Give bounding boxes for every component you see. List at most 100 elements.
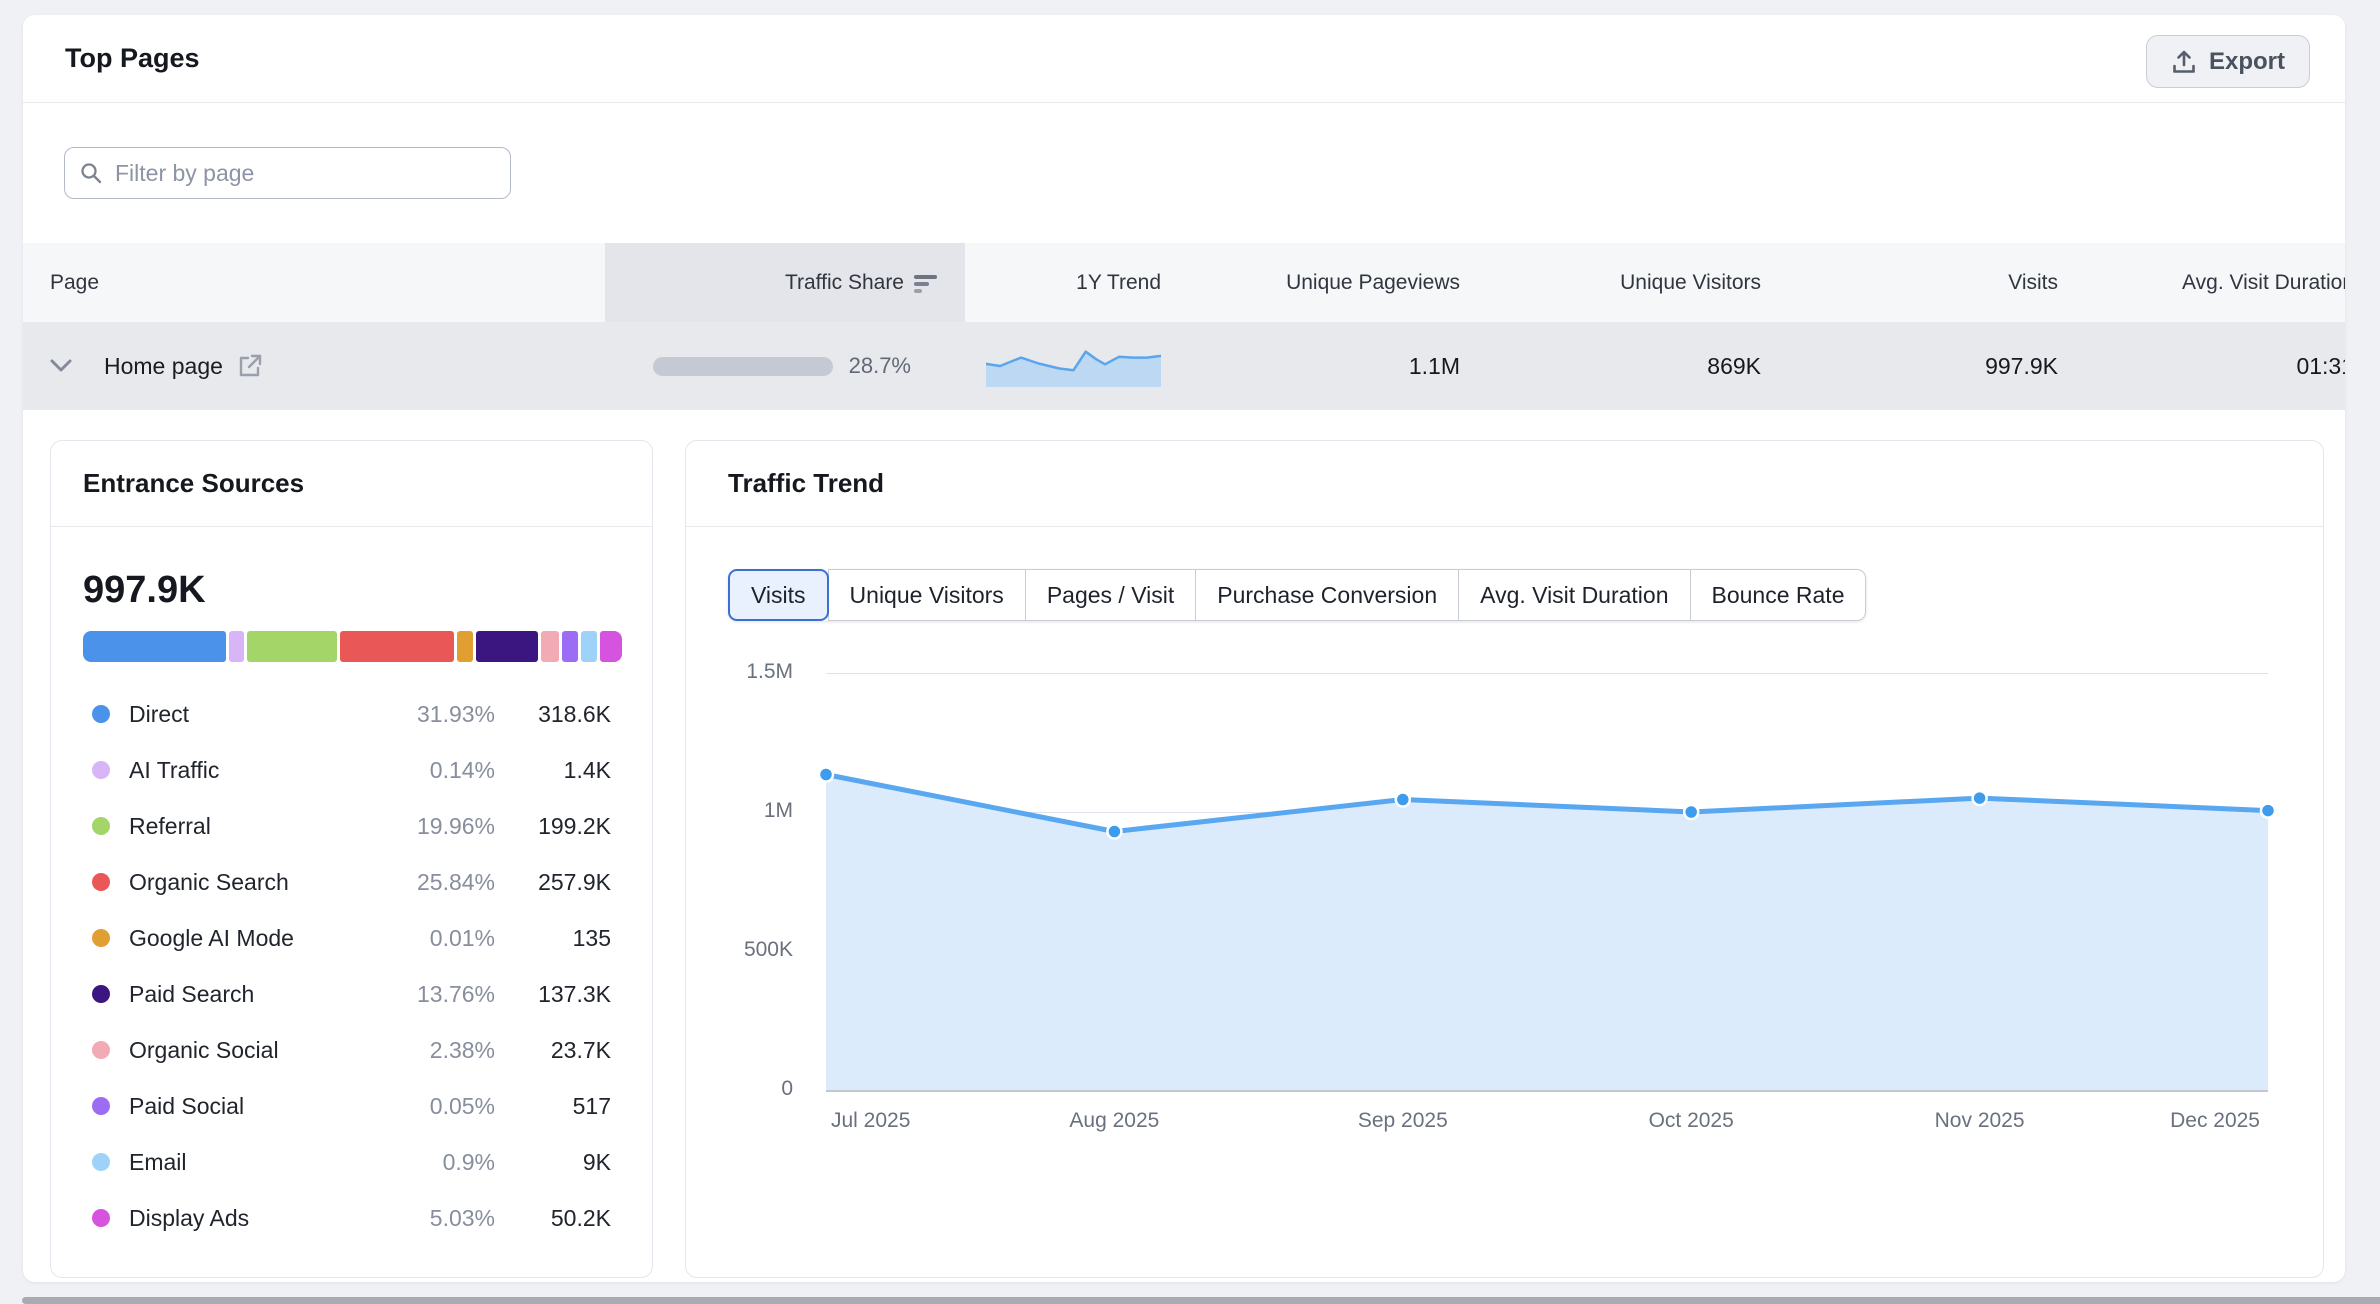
traffic-trend-panel: Traffic Trend Visits Unique Visitors Pag… [685, 440, 2324, 1278]
source-label: Paid Search [129, 981, 254, 1008]
column-header-avg-visit-duration[interactable]: Avg. Visit Duration [2084, 243, 2345, 322]
1y-trend-cell [965, 322, 1187, 410]
avg-visit-duration-value: 01:31 [2084, 322, 2345, 410]
bar-segment-referral [247, 631, 338, 662]
legend-item-email: Email 0.9% 9K [92, 1134, 611, 1190]
source-percent: 0.9% [405, 1149, 495, 1176]
top-pages-card: Top Pages Export Page [23, 15, 2345, 1282]
source-value: 135 [495, 925, 611, 952]
source-value: 50.2K [495, 1205, 611, 1232]
filter-input[interactable] [64, 147, 511, 199]
source-color-dot [92, 985, 110, 1003]
x-axis-label: Aug 2025 [1069, 1109, 1159, 1133]
bar-segment-display-ads [600, 631, 622, 662]
legend-item-ai-traffic: AI Traffic 0.14% 1.4K [92, 742, 611, 798]
gridline-0 [826, 1090, 2268, 1092]
column-header-traffic-share[interactable]: Traffic Share [605, 243, 965, 322]
entrance-sources-panel: Entrance Sources 997.9K Direct 31.93% 31… [50, 440, 653, 1278]
source-color-dot [92, 873, 110, 891]
bar-segment-direct [83, 631, 226, 662]
export-button[interactable]: Export [2146, 35, 2310, 88]
chevron-down-icon[interactable] [50, 359, 72, 373]
upload-icon [2171, 49, 2197, 75]
column-header-traffic-share-label: Traffic Share [785, 271, 904, 295]
source-label: Organic Search [129, 869, 289, 896]
traffic-share-cell: 28.7% [605, 322, 965, 410]
legend-item-organic-search: Organic Search 25.84% 257.9K [92, 854, 611, 910]
source-color-dot [92, 761, 110, 779]
x-axis-label: Nov 2025 [1935, 1109, 2025, 1133]
bar-segment-paid-social [562, 631, 578, 662]
source-label: AI Traffic [129, 757, 219, 784]
unique-pageviews-value: 1.1M [1187, 322, 1486, 410]
bar-segment-google-ai-mode [457, 631, 473, 662]
y-axis-label: 1M [686, 799, 793, 827]
source-label: Google AI Mode [129, 925, 294, 952]
source-value: 257.9K [495, 869, 611, 896]
card-header: Top Pages Export [23, 15, 2345, 103]
bar-segment-email [581, 631, 597, 662]
legend-item-referral: Referral 19.96% 199.2K [92, 798, 611, 854]
visits-value: 997.9K [1787, 322, 2084, 410]
x-axis-label: Oct 2025 [1649, 1109, 1734, 1133]
column-header-1y-trend[interactable]: 1Y Trend [965, 243, 1187, 322]
tab-visits[interactable]: Visits [728, 569, 829, 621]
source-value: 517 [495, 1093, 611, 1120]
source-label: Referral [129, 813, 211, 840]
column-header-unique-visitors[interactable]: Unique Visitors [1486, 243, 1787, 322]
source-color-dot [92, 817, 110, 835]
legend-item-paid-social: Paid Social 0.05% 517 [92, 1078, 611, 1134]
source-color-dot [92, 705, 110, 723]
traffic-trend-chart: 1.5M1M500K0 Jul 2025Aug 2025Sep 2025Oct … [686, 441, 2323, 1277]
source-label: Paid Social [129, 1093, 244, 1120]
source-color-dot [92, 1209, 110, 1227]
column-header-visits[interactable]: Visits [1787, 243, 2084, 322]
source-value: 9K [495, 1149, 611, 1176]
source-label: Organic Social [129, 1037, 279, 1064]
entrance-sources-header: Entrance Sources [51, 441, 652, 527]
source-percent: 19.96% [405, 813, 495, 840]
entrance-sources-stacked-bar [83, 631, 622, 662]
source-percent: 13.76% [405, 981, 495, 1008]
source-percent: 2.38% [405, 1037, 495, 1064]
source-color-dot [92, 1041, 110, 1059]
legend-item-direct: Direct 31.93% 318.6K [92, 686, 611, 742]
source-label: Display Ads [129, 1205, 249, 1232]
traffic-share-value: 28.7% [849, 353, 911, 379]
source-percent: 0.05% [405, 1093, 495, 1120]
unique-visitors-value: 869K [1486, 322, 1787, 410]
external-link-icon[interactable] [237, 353, 263, 379]
filter-text-field[interactable] [115, 160, 496, 187]
sparkline-chart [986, 345, 1161, 387]
source-value: 199.2K [495, 813, 611, 840]
legend-item-organic-social: Organic Social 2.38% 23.7K [92, 1022, 611, 1078]
page-cell: Home page [23, 322, 605, 410]
x-axis-label: Dec 2025 [2170, 1109, 2260, 1133]
traffic-share-bar [653, 357, 833, 376]
bar-segment-paid-search [476, 631, 538, 662]
table-row-home-page[interactable]: Home page 28.7% 1.1M [23, 322, 2345, 410]
bar-segment-ai-traffic [229, 631, 243, 662]
source-color-dot [92, 929, 110, 947]
entrance-sources-legend: Direct 31.93% 318.6K AI Traffic 0.14% 1.… [51, 686, 652, 1246]
source-label: Email [129, 1149, 187, 1176]
column-header-unique-pageviews[interactable]: Unique Pageviews [1187, 243, 1486, 322]
source-color-dot [92, 1153, 110, 1171]
x-axis-label: Sep 2025 [1358, 1109, 1448, 1133]
source-percent: 31.93% [405, 701, 495, 728]
sort-descending-icon [914, 273, 939, 293]
source-value: 137.3K [495, 981, 611, 1008]
top-pages-report: Top Pages Export Page [0, 0, 2380, 1304]
legend-item-paid-search: Paid Search 13.76% 137.3K [92, 966, 611, 1022]
y-axis-label: 500K [686, 938, 793, 966]
source-color-dot [92, 1097, 110, 1115]
page-name: Home page [104, 353, 223, 380]
column-header-page[interactable]: Page [23, 243, 605, 322]
horizontal-scrollbar-thumb[interactable] [22, 1297, 2380, 1304]
bar-segment-organic-social [541, 631, 558, 662]
x-axis-label: Jul 2025 [831, 1109, 910, 1133]
source-value: 1.4K [495, 757, 611, 784]
legend-item-google-ai-mode: Google AI Mode 0.01% 135 [92, 910, 611, 966]
source-value: 23.7K [495, 1037, 611, 1064]
source-value: 318.6K [495, 701, 611, 728]
